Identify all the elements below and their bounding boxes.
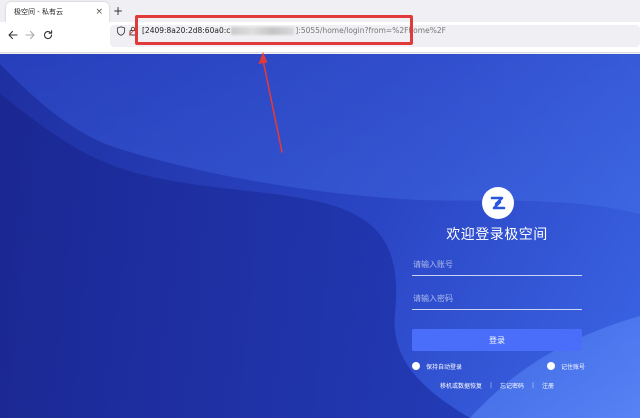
link-separator: | [489,382,492,389]
forward-button[interactable] [22,27,38,43]
reload-button[interactable] [40,27,56,43]
login-title: 欢迎登录极空间 [446,227,548,243]
annotation-highlight-box [135,15,413,45]
zspace-logo-icon [482,187,514,219]
keep-login-label: 保持自动登录 [426,363,463,371]
logo-mark [490,196,506,210]
arrow-left-icon [8,30,18,40]
arrow-right-icon [25,30,35,40]
remember-account-label: 记住账号 [561,363,586,371]
keep-login-radio[interactable] [412,362,420,370]
tab-title: 极空间 - 私有云 [14,8,63,16]
link-separator: | [532,382,535,389]
login-button[interactable]: 登录 [412,329,582,351]
back-button[interactable] [5,27,21,43]
account-input[interactable] [412,256,582,276]
reload-icon [44,30,53,40]
tab-close-icon[interactable]: × [95,6,103,18]
auxiliary-links: 移机或数据恢复 | 忘记密码 | 注册 [412,381,582,390]
browser-tab[interactable]: 极空间 - 私有云 × [6,2,109,22]
password-input[interactable] [412,290,582,310]
recover-link[interactable]: 移机或数据恢复 [440,381,482,390]
forgot-password-link[interactable]: 忘记密码 [500,381,524,390]
remember-account-radio[interactable] [547,362,555,370]
register-link[interactable]: 注册 [542,381,554,390]
keep-login-toggle[interactable]: 保持自动登录 [412,361,462,371]
shield-icon[interactable] [116,26,126,36]
remember-account-toggle[interactable]: 记住账号 [547,361,585,371]
new-tab-button[interactable]: + [113,3,123,19]
